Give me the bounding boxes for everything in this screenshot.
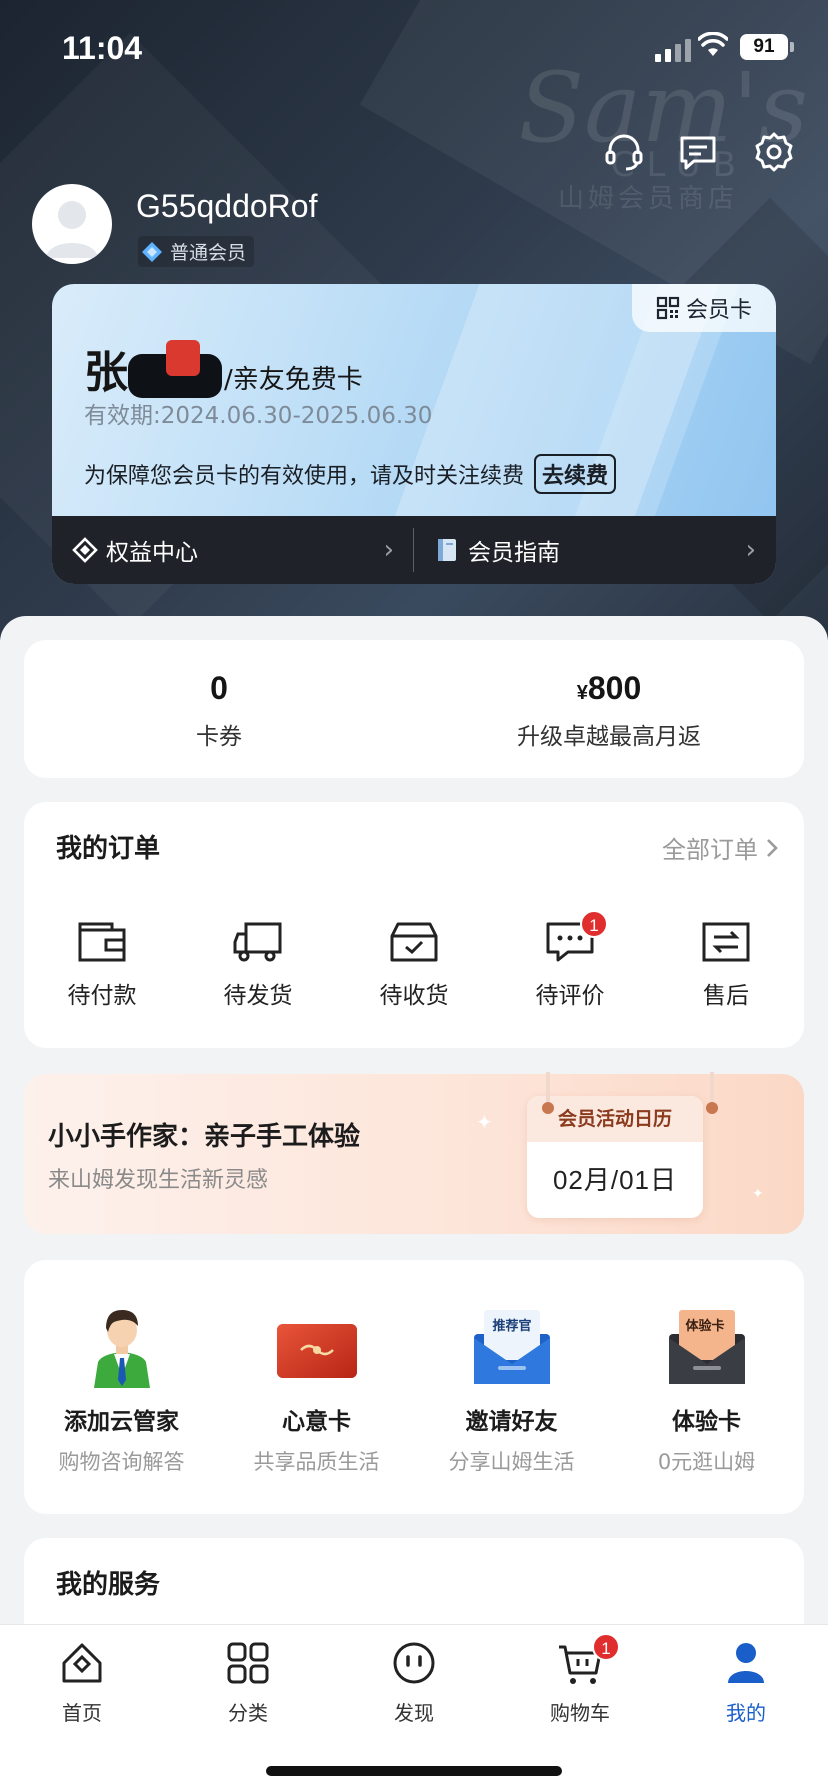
order-pending-review[interactable]: 1 待评价 [492,910,648,1010]
exchange-icon [702,922,750,962]
wallet-icon [78,922,126,962]
avatar[interactable] [32,184,112,264]
quick-services-panel: 添加云管家 购物咨询解答 心意卡 共享品质生活 推荐官 邀请好友 分享山姆生活 … [24,1260,804,1514]
chevron-right-icon: › [383,535,394,565]
card-holder-name: 张 /亲友免费卡 [84,340,363,398]
card-validity: 有效期:2024.06.30-2025.06.30 [84,403,433,429]
discover-face-icon [393,1642,435,1684]
trial-card[interactable]: 体验卡 体验卡 0元逛山姆 [609,1260,804,1514]
member-card-qr-button[interactable]: 会员卡 [632,284,776,332]
wifi-icon [698,32,728,56]
coupons-stat[interactable]: 0 卡券 [24,640,414,778]
member-guide-link[interactable]: 会员指南 › [414,516,776,584]
tab-home[interactable]: 首页 [22,1639,142,1726]
status-time: 11:04 [62,30,143,66]
book-icon [438,539,456,561]
orders-title: 我的订单 [56,834,161,864]
qr-code-icon [656,296,680,320]
user-icon [728,1643,764,1683]
calendar-ring [542,1072,554,1114]
headset-icon[interactable] [602,130,646,174]
benefits-center-link[interactable]: 权益中心 › [52,516,414,584]
my-services-title: 我的服务 [56,1570,161,1600]
box-check-icon [390,922,438,962]
activity-calendar[interactable]: 会员活动日历 02月/01日 [527,1096,703,1218]
renew-notice: 为保障您会员卡的有效使用，请及时关注续费 去续费 [84,454,617,494]
upgrade-cashback-stat[interactable]: ¥800 升级卓越最高月返 [414,640,804,778]
calendar-ring [706,1072,718,1114]
home-icon [62,1643,102,1683]
cart-count-badge: 1 [592,1633,620,1661]
activity-title: 小小手作家：亲子手工体验 [48,1122,361,1152]
home-indicator [266,1766,562,1776]
gift-card-icon [275,1304,359,1388]
battery-indicator: 91 [740,34,794,60]
card-type: /亲友免费卡 [224,365,363,395]
settings-icon[interactable] [752,130,796,174]
signal-icon [655,38,691,62]
gift-card[interactable]: 心意卡 共享品质生活 [219,1260,414,1514]
all-orders-link[interactable]: 全部订单 [662,830,780,865]
svg-text:推荐官: 推荐官 [492,1318,531,1334]
tab-cart[interactable]: 1 购物车 [520,1633,640,1726]
svg-text:体验卡: 体验卡 [685,1318,724,1334]
chevron-right-icon: › [745,535,756,565]
add-cloud-assistant[interactable]: 添加云管家 购物咨询解答 [24,1260,219,1514]
order-pending-shipment[interactable]: 待发货 [180,920,336,1010]
grid-icon [227,1642,269,1684]
member-level-badge: 普通会员 [138,236,255,267]
activity-banner[interactable]: 小小手作家：亲子手工体验 来山姆发现生活新灵感 ✦ ✦ 会员活动日历 02月/0… [24,1072,804,1234]
my-orders-panel: 我的订单 全部订单 待付款 待发货 待收货 1 待评价 售后 [24,802,804,1048]
message-icon[interactable] [676,130,720,174]
name-redaction [128,340,222,398]
order-pending-payment[interactable]: 待付款 [24,920,180,1010]
order-pending-receipt[interactable]: 待收货 [336,920,492,1010]
truck-icon [233,922,282,962]
tab-category[interactable]: 分类 [188,1639,308,1726]
invite-friends[interactable]: 推荐官 邀请好友 分享山姆生活 [414,1260,609,1514]
review-count-badge: 1 [580,910,608,938]
activity-subtitle: 来山姆发现生活新灵感 [48,1168,269,1193]
chevron-right-icon [767,838,778,857]
invite-envelope-icon: 推荐官 [470,1304,554,1388]
assistant-avatar-icon [80,1304,164,1388]
sparkle-icon: ✦ [476,1110,493,1134]
status-bar: 11:04 91 [0,0,828,100]
diamond-outline-icon [72,537,98,563]
order-after-sales[interactable]: 售后 [648,920,804,1010]
tab-mine[interactable]: 我的 [686,1639,806,1726]
stats-panel: 0 卡券 ¥800 升级卓越最高月返 [24,640,804,778]
trial-card-icon: 体验卡 [665,1304,749,1388]
renew-button[interactable]: 去续费 [534,454,617,494]
sparkle-icon: ✦ [752,1186,764,1202]
diamond-icon [142,241,162,262]
activity-date: 02月/01日 [552,1165,678,1195]
tab-discover[interactable]: 发现 [354,1639,474,1726]
card-links: 权益中心 › 会员指南 › [52,516,776,584]
member-card[interactable]: 会员卡 张 /亲友免费卡 有效期:2024.06.30-2025.06.30 为… [52,284,776,584]
username[interactable]: G55qddoRof [136,188,317,225]
